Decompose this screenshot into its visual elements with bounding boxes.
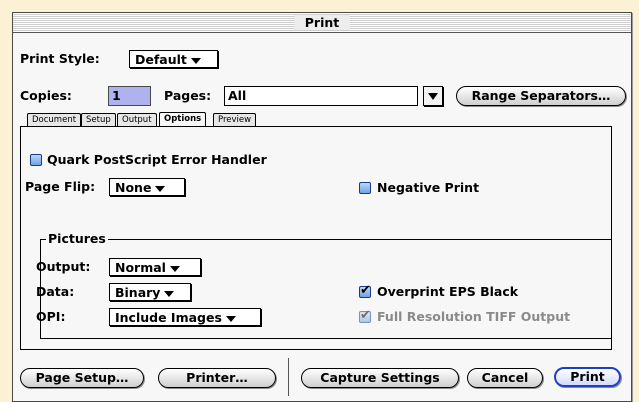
copies-field[interactable]: 1 [108,86,151,106]
pages-field[interactable]: All [224,86,418,106]
data-value: Binary [115,285,161,300]
print-button[interactable]: Print [554,367,621,387]
copies-label: Copies: [20,88,72,103]
quark-error-handler-checkbox[interactable] [30,154,42,166]
quark-error-handler-label: Quark PostScript Error Handler [47,152,267,167]
chevron-down-icon [225,315,236,322]
tab-options[interactable]: Options [159,112,207,126]
print-style-label: Print Style: [20,51,100,66]
opi-value: Include Images [115,310,222,325]
dialog-title: Print [294,15,350,30]
data-label: Data: [36,284,75,299]
triangle-down-icon [428,93,438,100]
output-value: Normal [115,260,166,275]
cancel-button[interactable]: Cancel [467,368,543,388]
print-style-popup[interactable]: Default [129,50,218,68]
page-flip-value: None [115,180,152,195]
output-label: Output: [36,259,91,274]
print-style-value: Default [135,52,187,67]
chevron-down-icon [190,57,201,64]
tab-output[interactable]: Output [117,113,157,126]
overprint-eps-black-checkbox[interactable] [359,283,371,298]
opi-popup[interactable]: Include Images [109,308,261,326]
full-res-tiff-checkbox[interactable] [359,308,371,323]
tab-document[interactable]: Document [27,113,82,126]
data-popup[interactable]: Binary [109,283,191,301]
button-separator [288,358,289,396]
page-flip-label: Page Flip: [25,179,96,194]
negative-print-label: Negative Print [377,180,480,195]
opi-label: OPI: [36,309,66,324]
page-setup-button[interactable]: Page Setup… [20,368,144,388]
tab-preview[interactable]: Preview [213,113,257,126]
overprint-eps-black-label: Overprint EPS Black [377,284,519,299]
pictures-group-title: Pictures [46,231,108,247]
pages-label: Pages: [164,88,212,103]
printer-button[interactable]: Printer… [158,368,276,388]
capture-settings-button[interactable]: Capture Settings [301,368,459,388]
output-popup[interactable]: Normal [109,258,201,276]
chevron-down-icon [164,290,175,297]
chevron-down-icon [169,265,180,272]
full-res-tiff-label: Full Resolution TIFF Output [377,309,571,324]
title-bar[interactable]: Print [13,13,631,33]
range-separators-button[interactable]: Range Separators… [456,86,626,106]
negative-print-checkbox[interactable] [359,182,371,194]
chevron-down-icon [155,185,166,192]
pages-dropdown-button[interactable] [423,86,443,106]
tab-setup[interactable]: Setup [81,113,116,126]
page-flip-popup[interactable]: None [109,178,185,196]
